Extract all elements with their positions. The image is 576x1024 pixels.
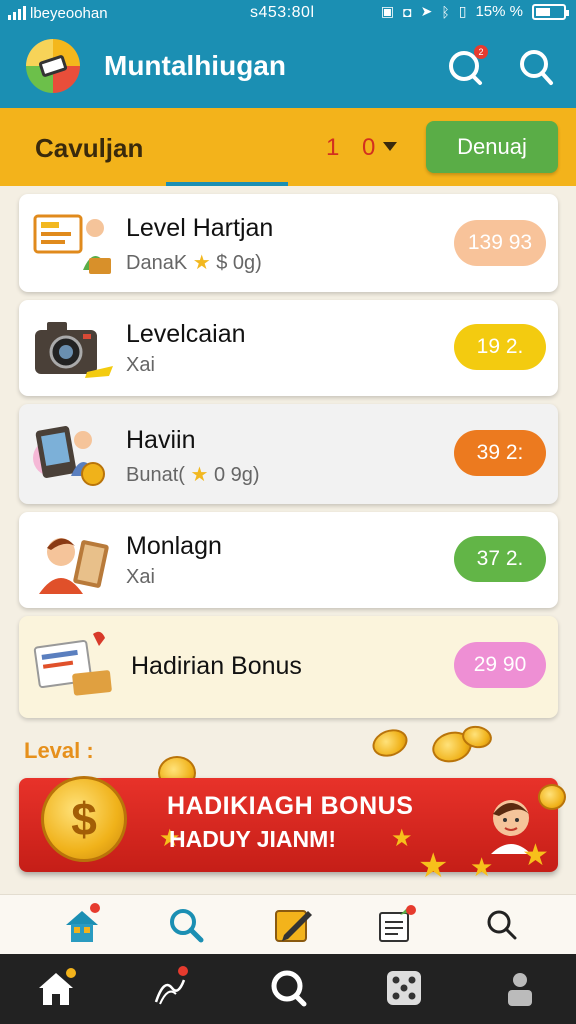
coin-icon	[368, 724, 412, 762]
search-icon	[170, 909, 204, 943]
sys-activity[interactable]	[150, 966, 190, 1008]
filter-button[interactable]: Denuaj	[426, 121, 558, 173]
sys-dice[interactable]	[384, 968, 424, 1008]
sys-profile[interactable]	[500, 968, 540, 1008]
battery-percent: 15% %	[475, 3, 523, 20]
nfc-icon: ▣	[380, 3, 395, 19]
alarm-icon: ◘	[403, 3, 412, 20]
item-title: Hadirian Bonus	[131, 652, 302, 680]
notification-badge	[66, 968, 76, 978]
edit-icon	[275, 910, 312, 942]
list-item[interactable]: Levelcaian Xai 19 2.	[19, 300, 558, 396]
value-pill[interactable]: 19 2.	[454, 324, 546, 370]
app-header: Muntalhiugan 2	[0, 26, 576, 108]
app-title: Muntalhiugan	[104, 50, 286, 81]
search-icon	[520, 50, 553, 85]
search-button[interactable]	[516, 48, 556, 88]
item-subtitle: Xai	[126, 566, 155, 588]
location-icon: ➤	[420, 3, 433, 19]
signal-icon	[8, 6, 26, 20]
status-right: ▣ ◘ ➤ ᛒ ▯ 15% %	[380, 3, 569, 20]
vibrate-icon: ▯	[458, 3, 467, 19]
app-nav-bar	[0, 894, 576, 954]
notification-badge: 2	[474, 45, 488, 59]
app-logo-icon[interactable]	[26, 39, 80, 93]
sys-home[interactable]	[36, 968, 76, 1008]
item-subtitle-text: DanaK	[126, 252, 188, 274]
notification-badge	[90, 903, 100, 913]
battery-icon	[532, 3, 569, 20]
item-subtitle: Xai	[126, 354, 155, 376]
star-icon: ★	[391, 825, 413, 852]
nav-document[interactable]	[376, 905, 416, 945]
filter-value[interactable]: 1 0	[326, 134, 383, 162]
nav-home[interactable]	[62, 903, 102, 945]
chevron-down-icon[interactable]	[383, 142, 397, 151]
camera-icon	[35, 322, 113, 378]
item-subtitle-value: 0 9g)	[214, 464, 260, 486]
item-subtitle: DanaK ★ $ 0g)	[126, 250, 262, 275]
system-nav-bar	[0, 954, 576, 1024]
promo-subtitle: HADUY JIANM!	[169, 826, 336, 852]
notification-badge	[406, 905, 416, 915]
item-subtitle: Bunat( ★ 0 9g)	[126, 462, 260, 487]
bonus-book-icon	[33, 631, 112, 696]
star-icon: ★	[522, 839, 549, 872]
search-icon	[271, 970, 307, 1007]
status-left: lbeyeoohan	[8, 5, 108, 22]
list-item[interactable]: Monlagn Xai 37 2.	[19, 512, 558, 608]
sys-search[interactable]	[268, 968, 308, 1008]
star-icon: ★	[192, 252, 211, 274]
dollar-coin-icon: $	[41, 776, 127, 862]
item-title: Monlagn	[126, 532, 222, 560]
status-bar: lbeyeoohan s453:80l ▣ ◘ ➤ ᛒ ▯ 15% %	[0, 0, 576, 26]
chat-search-button[interactable]: 2	[446, 45, 488, 88]
active-tab-indicator	[166, 182, 288, 186]
bluetooth-icon: ᛒ	[441, 3, 450, 20]
list-item[interactable]: Hadirian Bonus 29 90	[19, 616, 558, 718]
dice-icon	[387, 971, 421, 1005]
star-icon: ★	[418, 847, 449, 885]
value-pill[interactable]: 39 2:	[454, 430, 546, 476]
item-title: Haviin	[126, 426, 196, 454]
list-item[interactable]: Haviin Bunat( ★ 0 9g) 39 2:	[19, 404, 558, 504]
promo-title: HADIKIAGH BONUS	[167, 792, 414, 820]
nav-search[interactable]	[166, 905, 206, 945]
star-icon: ★	[470, 852, 494, 882]
item-title: Level Hartjan	[126, 214, 274, 242]
coin-icon	[538, 784, 566, 810]
item-subtitle-text: Bunat(	[126, 464, 185, 486]
value-pill[interactable]: 29 90	[454, 642, 546, 688]
list-item[interactable]: Level Hartjan DanaK ★ $ 0g) 139 93	[19, 194, 558, 292]
teacher-board-icon	[33, 214, 111, 274]
nav-edit[interactable]	[274, 905, 314, 945]
status-time: s453:80l	[250, 4, 315, 21]
notification-badge	[178, 966, 188, 976]
carrier-name: lbeyeoohan	[30, 4, 108, 22]
value-pill[interactable]: 37 2.	[454, 536, 546, 582]
profile-icon	[508, 973, 532, 1006]
reading-kid-icon	[39, 538, 109, 594]
nav-search-alt[interactable]	[482, 905, 522, 945]
filter-bar: Cavuljan 1 0 Denuaj	[0, 108, 576, 186]
item-title: Levelcaian	[126, 320, 246, 348]
value-pill[interactable]: 139 93	[454, 220, 546, 266]
search-icon	[487, 910, 517, 940]
star-icon: ★	[190, 464, 209, 486]
section-label: Leval :	[24, 738, 94, 763]
item-subtitle-value: $ 0g)	[216, 252, 262, 274]
tablet-coin-icon	[33, 426, 105, 486]
filter-label[interactable]: Cavuljan	[35, 133, 143, 164]
